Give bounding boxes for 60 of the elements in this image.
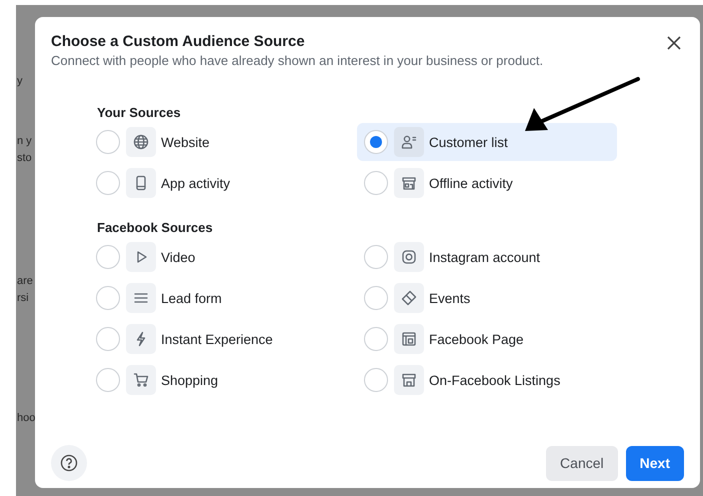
option-label: Lead form	[161, 290, 222, 306]
source-option[interactable]: On-Facebook Listings	[357, 361, 617, 399]
cart-icon	[133, 372, 149, 388]
source-option[interactable]: Shopping	[89, 361, 357, 399]
storefront-icon	[401, 175, 417, 191]
option-label: Instant Experience	[161, 332, 273, 346]
source-option[interactable]: Events	[357, 279, 617, 317]
background-text: sto	[16, 151, 32, 166]
question-icon	[60, 454, 78, 472]
radio-button[interactable]	[96, 327, 120, 351]
source-option[interactable]: Lead form	[89, 279, 357, 317]
page-layout-icon	[401, 331, 417, 347]
background-text: are	[16, 274, 33, 289]
close-icon	[666, 35, 682, 51]
source-option[interactable]: Website	[89, 123, 357, 161]
option-label: Video	[161, 250, 196, 264]
source-option[interactable]: Instant Experience	[89, 320, 357, 358]
radio-button[interactable]	[364, 130, 388, 154]
radio-button[interactable]	[364, 327, 388, 351]
radio-button[interactable]	[96, 171, 120, 195]
radio-button[interactable]	[96, 245, 120, 269]
radio-button[interactable]	[96, 368, 120, 392]
close-button[interactable]	[666, 35, 682, 51]
option-label: Customer list	[429, 134, 508, 150]
source-option[interactable]: Facebook Page	[357, 320, 617, 358]
cancel-button[interactable]: Cancel	[546, 446, 618, 480]
person-list-icon	[401, 134, 417, 150]
section-heading: Facebook Sources	[96, 220, 214, 236]
radio-button[interactable]	[364, 245, 388, 269]
radio-button[interactable]	[364, 171, 388, 195]
camera-icon	[401, 249, 417, 265]
background-text: n y	[16, 134, 32, 149]
option-label: Events	[429, 290, 470, 306]
source-option[interactable]: Instagram account	[357, 238, 617, 276]
ticket-icon	[401, 290, 417, 306]
option-label: On-Facebook Listings	[429, 372, 560, 388]
option-label: Shopping	[161, 372, 218, 388]
background-text: hoo	[16, 411, 36, 426]
source-option[interactable]: Customer list	[357, 123, 617, 161]
background-text: rsi	[16, 291, 29, 306]
dialog-subtitle: Connect with people who have already shown an interest in your business or product.	[51, 53, 544, 69]
option-label: Instagram account	[429, 250, 540, 264]
source-option[interactable]: Video	[89, 238, 357, 276]
option-label: Website	[161, 134, 210, 150]
option-label: App activity	[161, 176, 230, 190]
option-label: Facebook Page	[429, 332, 524, 346]
section-heading: Your Sources	[96, 105, 182, 121]
radio-button[interactable]	[96, 130, 120, 154]
globe-icon	[133, 134, 149, 150]
background-text: y	[16, 74, 22, 89]
source-option[interactable]: App activity	[89, 164, 357, 202]
next-button[interactable]: Next	[626, 446, 684, 480]
dialog-title: Choose a Custom Audience Source	[51, 33, 306, 51]
source-option[interactable]: Offline activity	[357, 164, 617, 202]
shop-icon	[401, 372, 417, 388]
help-button[interactable]	[51, 445, 87, 481]
option-label: Offline activity	[429, 176, 513, 190]
radio-button[interactable]	[364, 286, 388, 310]
radio-button[interactable]	[364, 368, 388, 392]
radio-button[interactable]	[96, 286, 120, 310]
